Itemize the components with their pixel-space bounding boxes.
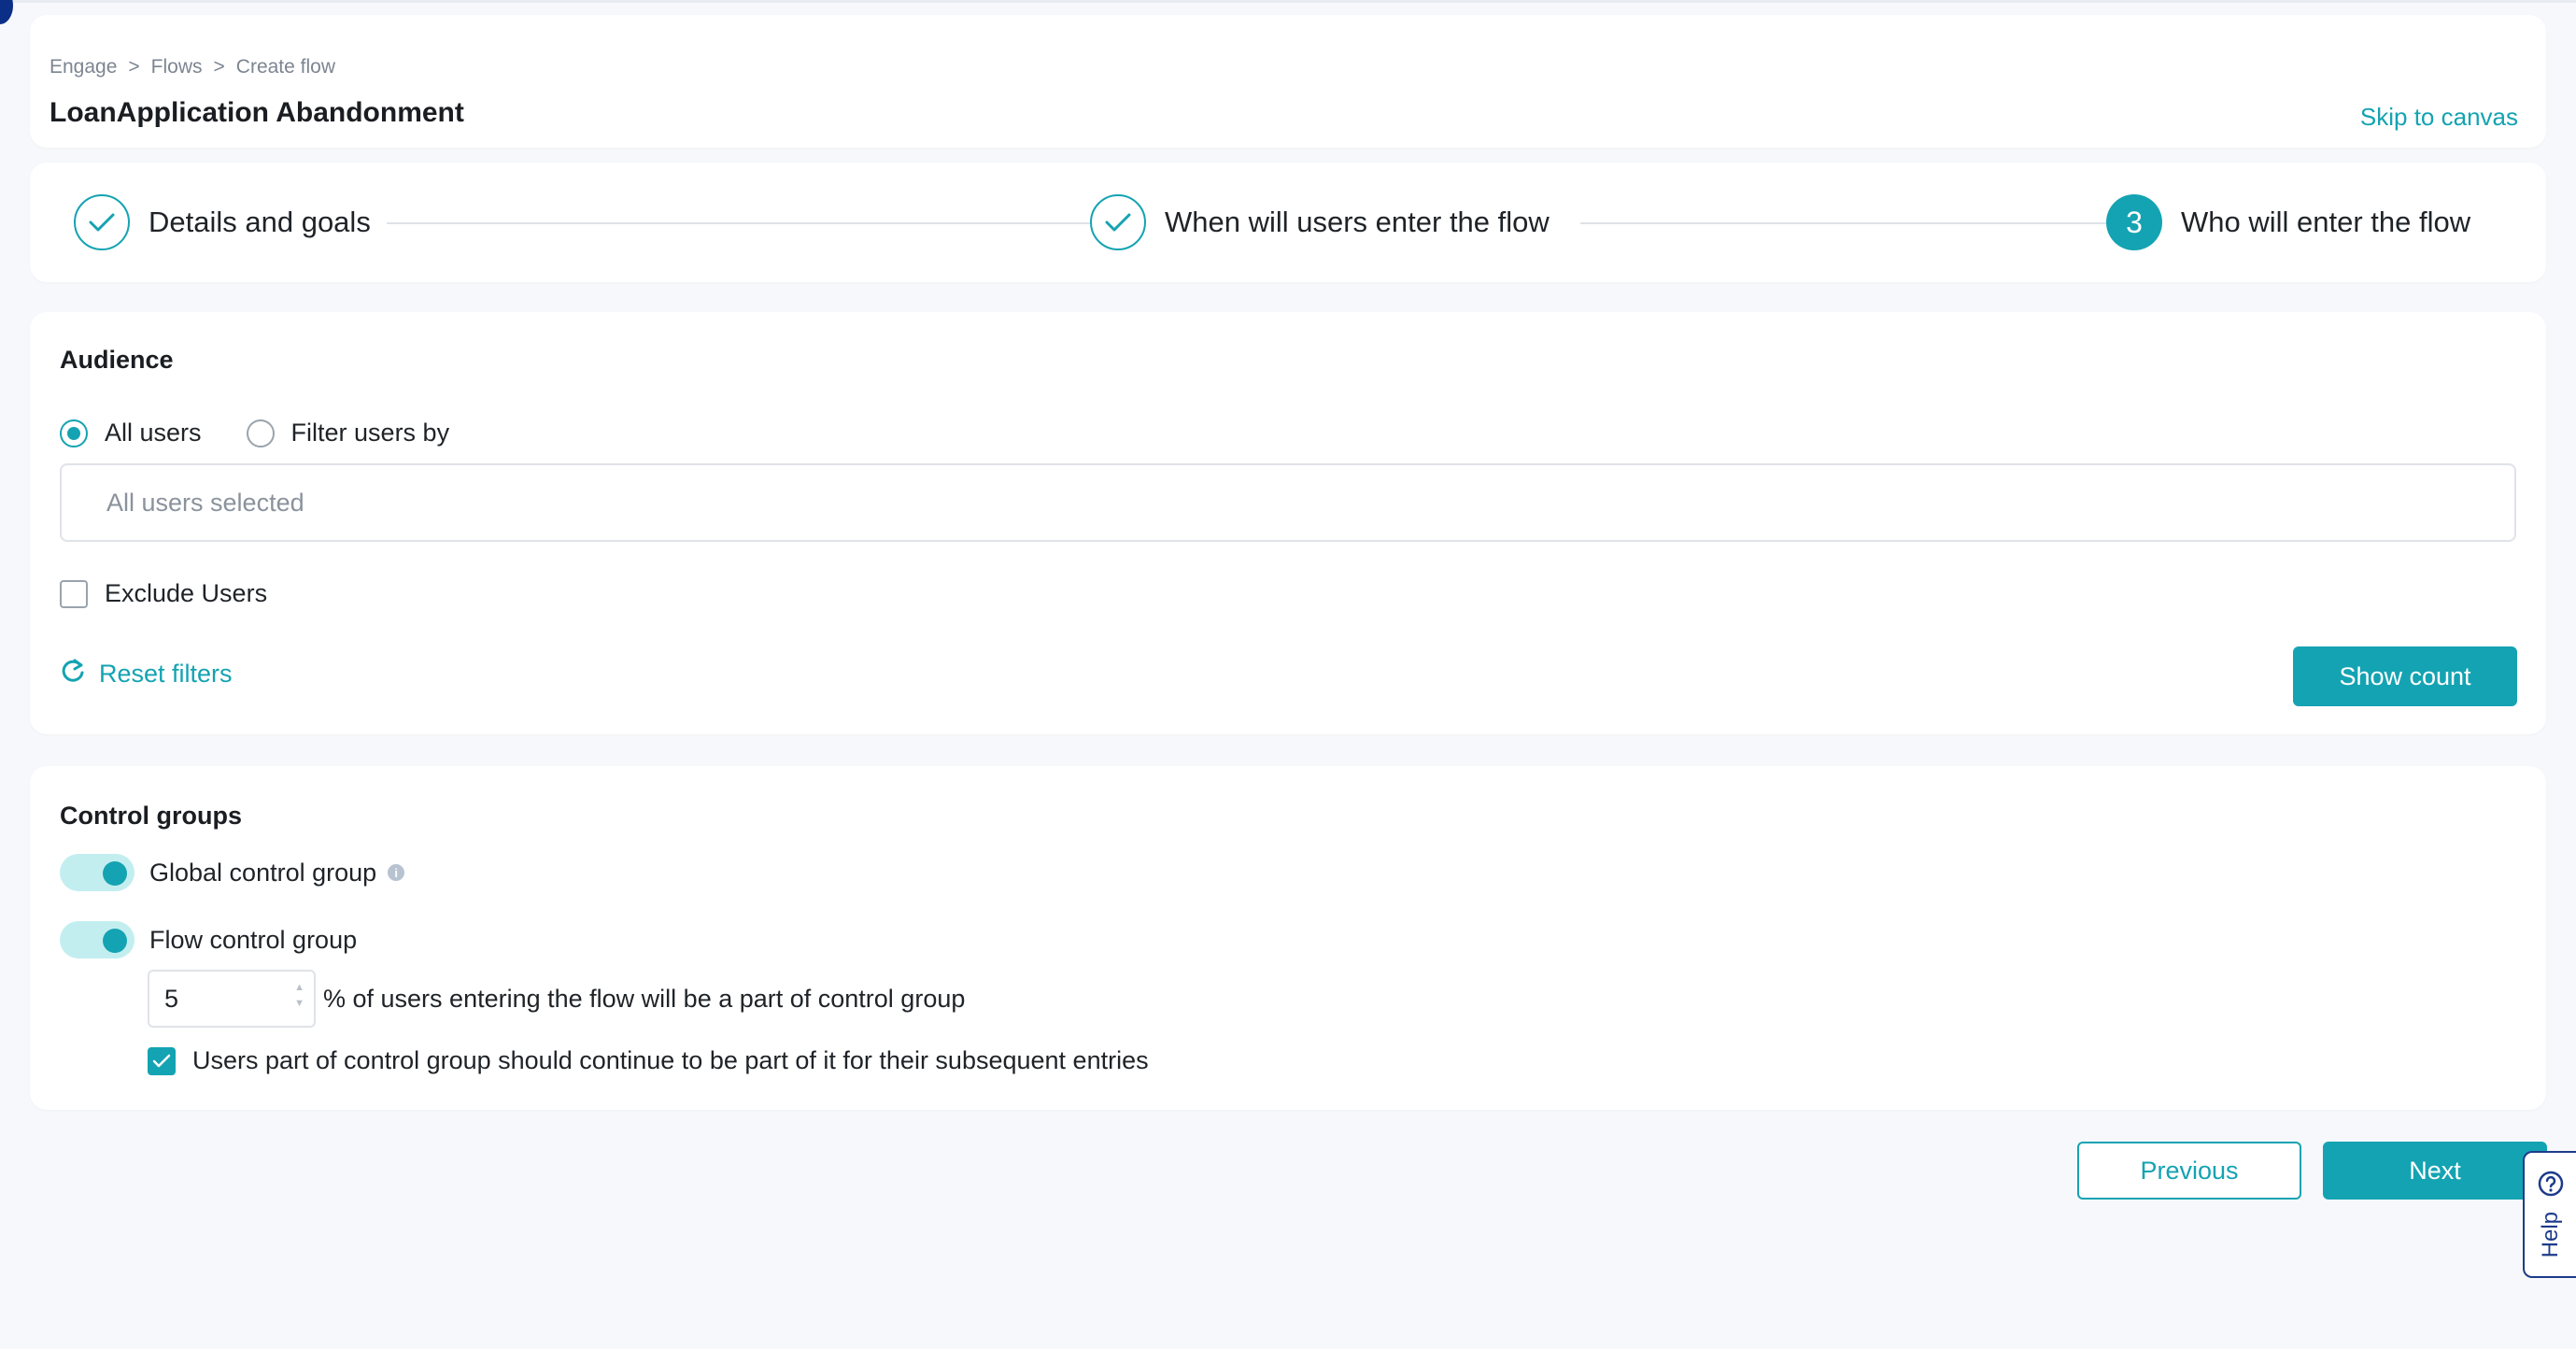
step-details-and-goals[interactable]: Details and goals	[74, 194, 371, 250]
reset-filters-button[interactable]: Reset filters	[60, 658, 233, 690]
skip-to-canvas-link[interactable]: Skip to canvas	[2360, 103, 2518, 132]
radio-label[interactable]: All users	[105, 419, 202, 447]
control-percent-suffix: % of users entering the flow will be a p…	[323, 984, 966, 1013]
help-label: Help	[2537, 1212, 2563, 1258]
continue-control-checkbox[interactable]	[148, 1046, 176, 1075]
continue-control-label[interactable]: Users part of control group should conti…	[192, 1046, 1149, 1075]
top-divider	[0, 0, 2576, 3]
global-control-group-label: Global control group	[149, 858, 377, 887]
page-header: Engage > Flows > Create flow LoanApplica…	[30, 15, 2546, 148]
help-tab[interactable]: Help	[2523, 1151, 2576, 1278]
global-control-group-row: Global control group i	[60, 854, 405, 891]
radio-label[interactable]: Filter users by	[291, 419, 450, 447]
breadcrumb-create-flow: Create flow	[235, 56, 335, 78]
step-label: When will users enter the flow	[1165, 206, 1550, 238]
check-icon	[1090, 194, 1146, 250]
audience-radio-group: All users Filter users by	[60, 419, 494, 447]
radio-all-users[interactable]	[60, 419, 88, 447]
flow-stepper: Details and goals When will users enter …	[30, 163, 2546, 282]
breadcrumb: Engage > Flows > Create flow	[50, 56, 335, 78]
exclude-users-checkbox[interactable]	[60, 579, 88, 608]
step-label: Details and goals	[149, 206, 371, 238]
audience-section: Audience All users Filter users by All u…	[30, 312, 2546, 734]
continue-control-row: Users part of control group should conti…	[148, 1046, 1149, 1075]
reset-filters-label: Reset filters	[99, 660, 233, 688]
step-number-badge: 3	[2106, 194, 2162, 250]
control-groups-section: Control groups Global control group i Fl…	[30, 766, 2546, 1110]
breadcrumb-separator: >	[128, 56, 140, 78]
stepper-arrows-icon[interactable]: ▲ ▼	[294, 983, 304, 1009]
info-icon[interactable]: i	[388, 864, 405, 881]
audience-filter-field[interactable]: All users selected	[60, 463, 2516, 542]
exclude-users-row: Exclude Users	[60, 579, 267, 608]
next-button[interactable]: Next	[2323, 1142, 2547, 1200]
radio-filter-users[interactable]	[246, 419, 275, 447]
page-title: LoanApplication Abandonment	[50, 97, 464, 128]
breadcrumb-engage[interactable]: Engage	[50, 56, 117, 78]
help-icon	[2537, 1170, 2565, 1202]
section-title: Control groups	[60, 802, 242, 830]
step-connector	[387, 222, 1106, 224]
flow-control-group-row: Flow control group	[60, 921, 357, 958]
control-percent-input[interactable]: 5 ▲ ▼	[148, 970, 316, 1028]
refresh-icon	[60, 658, 86, 690]
step-who-enter[interactable]: 3 Who will enter the flow	[2106, 194, 2470, 250]
corner-avatar[interactable]	[0, 0, 13, 24]
control-percent-row: 5 ▲ ▼ % of users entering the flow will b…	[148, 970, 965, 1028]
global-control-group-toggle[interactable]	[60, 854, 134, 891]
section-title: Audience	[60, 346, 174, 374]
step-label: Who will enter the flow	[2181, 206, 2471, 238]
step-connector	[1580, 222, 2122, 224]
flow-control-group-toggle[interactable]	[60, 921, 134, 958]
exclude-users-label[interactable]: Exclude Users	[105, 579, 267, 608]
flow-control-group-label: Flow control group	[149, 925, 358, 954]
breadcrumb-flows[interactable]: Flows	[151, 56, 203, 78]
show-count-button[interactable]: Show count	[2293, 646, 2517, 706]
control-percent-value: 5	[164, 984, 179, 1013]
check-icon	[74, 194, 130, 250]
step-when-enter[interactable]: When will users enter the flow	[1090, 194, 1550, 250]
previous-button[interactable]: Previous	[2077, 1142, 2301, 1200]
breadcrumb-separator: >	[213, 56, 225, 78]
